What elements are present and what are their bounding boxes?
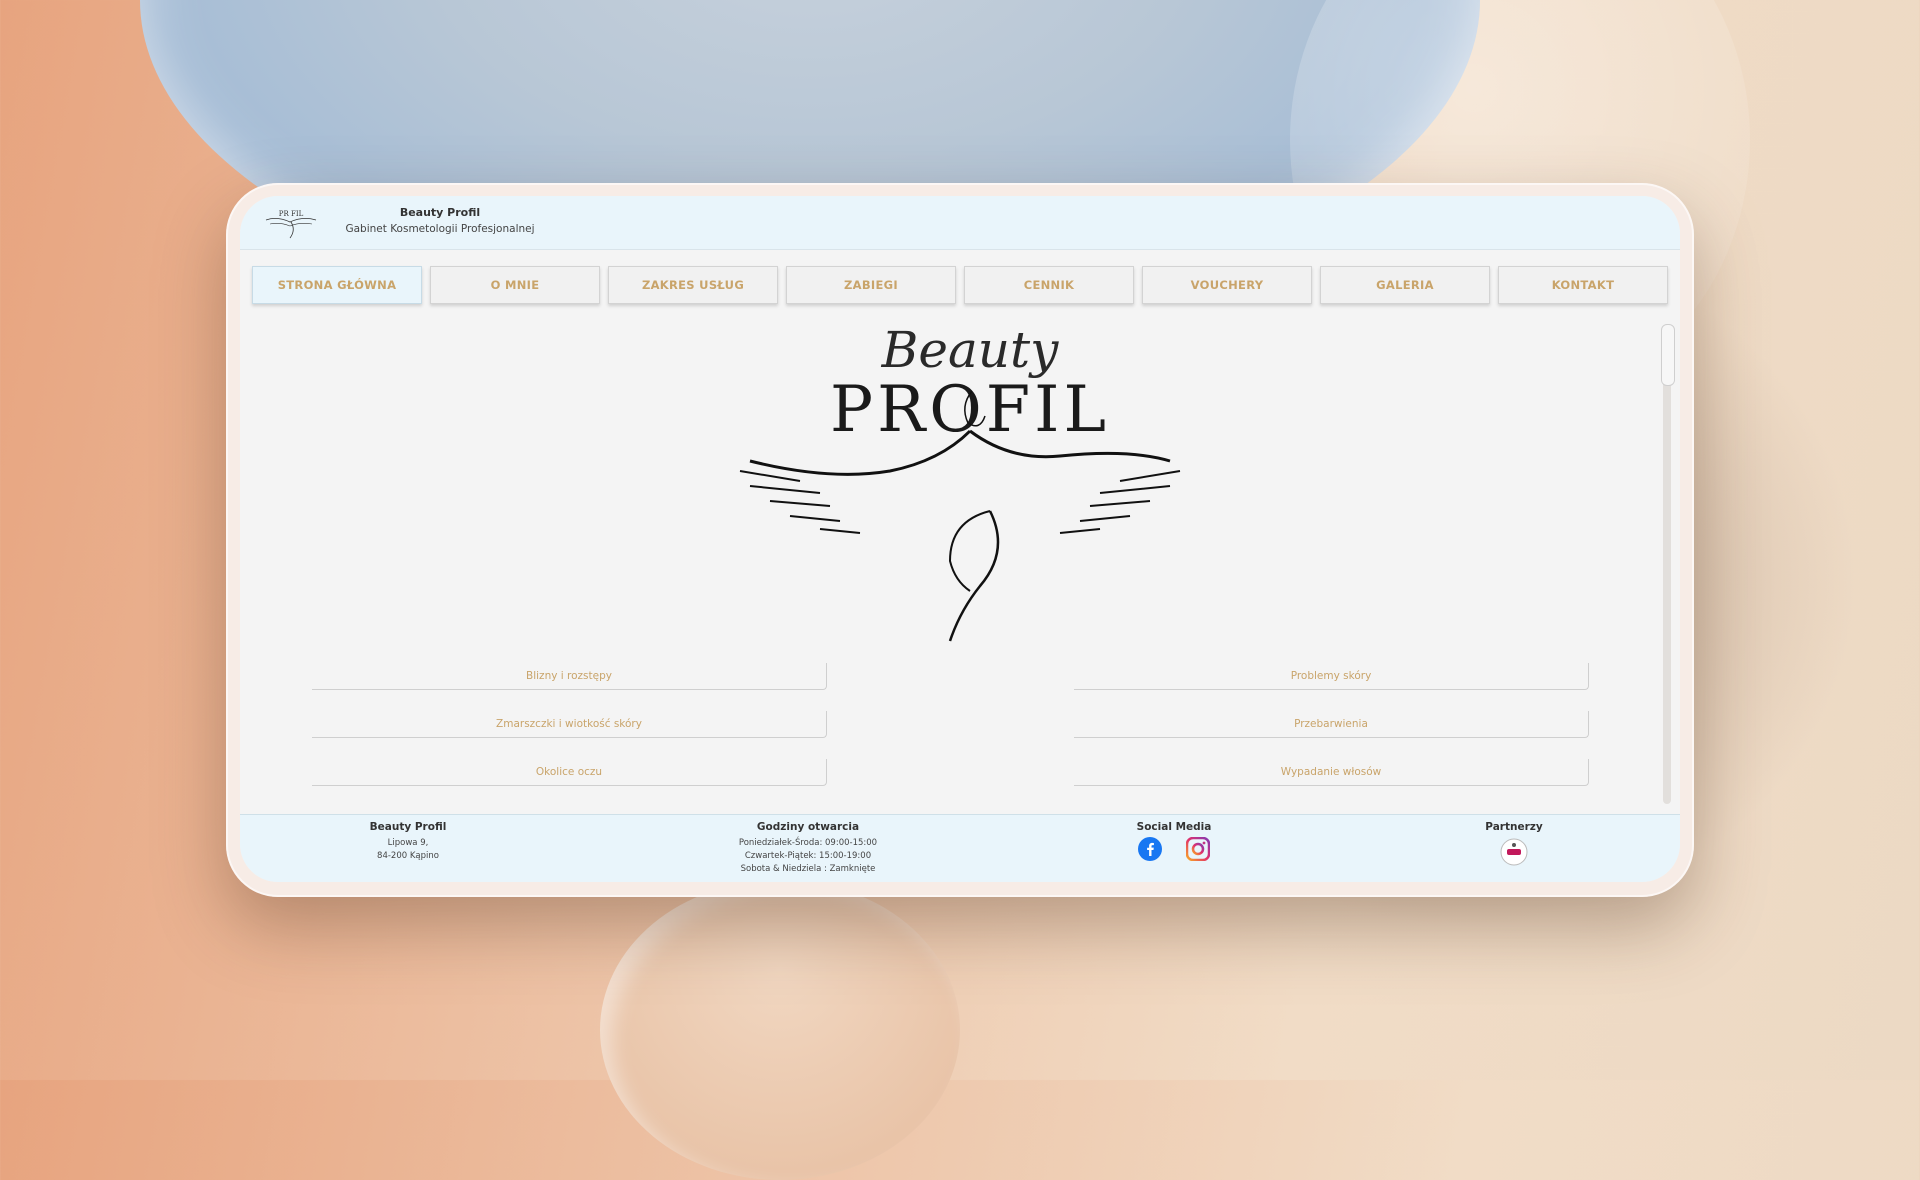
site-logo[interactable]: PR FIL xyxy=(262,204,320,242)
hero-logo: Beauty PROFIL xyxy=(710,321,1210,651)
nav-pricing-button[interactable]: CENNIK xyxy=(964,266,1134,304)
footer-partners-title: Partnerzy xyxy=(1485,821,1543,833)
facebook-icon[interactable] xyxy=(1138,837,1162,861)
service-link-wrinkles[interactable]: Zmarszczki i wiotkość skóry xyxy=(312,711,827,738)
nav-services-scope-button[interactable]: ZAKRES USŁUG xyxy=(608,266,778,304)
scrollbar-track[interactable] xyxy=(1663,324,1671,804)
footer-hours-line3: Sobota & Niedziela : Zamknięte xyxy=(740,864,876,874)
service-link-scars[interactable]: Blizny i rozstępy xyxy=(312,663,827,690)
nav-vouchers-button[interactable]: VOUCHERY xyxy=(1142,266,1312,304)
footer-social: Social Media xyxy=(1104,821,1244,861)
nav-contact-button[interactable]: KONTAKT xyxy=(1498,266,1668,304)
footer-hours-title: Godziny otwarcia xyxy=(756,821,860,833)
footer-address: Beauty Profil Lipowa 9, 84-200 Kąpino xyxy=(328,821,488,863)
scrollbar-thumb[interactable] xyxy=(1661,324,1675,386)
nav-home-button[interactable]: STRONA GŁÓWNA xyxy=(252,266,422,304)
service-link-hair-loss[interactable]: Wypadanie włosów xyxy=(1074,759,1589,786)
site-name: Beauty Profil xyxy=(399,206,481,219)
wings-illustration xyxy=(739,390,1181,642)
nav-gallery-button[interactable]: GALERIA xyxy=(1320,266,1490,304)
instagram-icon[interactable] xyxy=(1186,837,1210,861)
main-navigation: STRONA GŁÓWNA O MNIE ZAKRES USŁUG ZABIEG… xyxy=(252,266,1668,304)
footer-hours-line1: Poniedziałek-Środa: 09:00-15:00 xyxy=(738,838,878,848)
site-footer: Beauty Profil Lipowa 9, 84-200 Kąpino Go… xyxy=(240,814,1680,882)
footer-address-line2: 84-200 Kąpino xyxy=(377,851,439,861)
browser-screen: PR FIL Beauty Profil Gabinet Kosmetologi… xyxy=(240,196,1680,882)
nav-about-button[interactable]: O MNIE xyxy=(430,266,600,304)
service-link-eye-area[interactable]: Okolice oczu xyxy=(312,759,827,786)
footer-hours: Godziny otwarcia Poniedziałek-Środa: 09:… xyxy=(688,821,928,876)
footer-address-line1: Lipowa 9, xyxy=(387,838,429,848)
footer-partners: Partnerzy xyxy=(1454,821,1574,871)
site-header: PR FIL Beauty Profil Gabinet Kosmetologi… xyxy=(240,196,1680,250)
site-subtitle: Gabinet Kosmetologii Profesjonalnej xyxy=(345,223,535,235)
service-link-skin-problems[interactable]: Problemy skóry xyxy=(1074,663,1589,690)
partner-logo[interactable] xyxy=(1499,837,1529,867)
nav-treatments-button[interactable]: ZABIEGI xyxy=(786,266,956,304)
footer-social-title: Social Media xyxy=(1136,821,1212,833)
footer-hours-line2: Czwartek-Piątek: 15:00-19:00 xyxy=(744,851,872,861)
svg-text:PR FIL: PR FIL xyxy=(279,210,304,218)
background-bubble xyxy=(600,880,960,1180)
footer-address-title: Beauty Profil xyxy=(369,821,447,833)
service-link-discoloration[interactable]: Przebarwienia xyxy=(1074,711,1589,738)
